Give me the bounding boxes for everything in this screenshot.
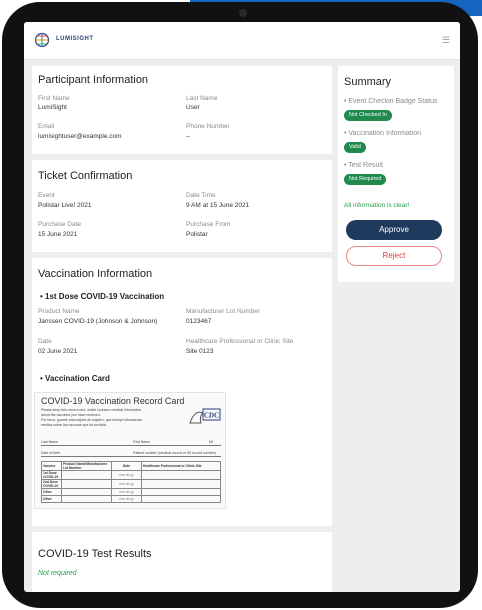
lumisight-logo-icon: [34, 32, 50, 48]
record-card-date-hint: mm dd yy: [111, 470, 142, 480]
record-card-note: Por favor, guarde esta tarjeta de regist…: [41, 418, 143, 422]
datetime-value: 9 AM at 15 June 2021: [186, 202, 250, 209]
record-card-first-name: First Name: [133, 440, 151, 444]
record-card-divider: [41, 456, 221, 457]
lot-label: Manufacturer Lot Number: [186, 308, 261, 315]
tablet-frame: LUMISIGHT ☰ Participant Information Firs…: [2, 2, 478, 608]
record-card-cell: [61, 479, 112, 489]
camera-icon: [239, 9, 247, 17]
event-value: Polistar Live! 2021: [38, 202, 92, 209]
record-card-mi: MI: [209, 440, 213, 444]
product-value: Janssen COVID-19 (Johnson & Johnson): [38, 318, 158, 325]
checkin-status-label: • Event Checkin Badge Status: [344, 98, 438, 105]
record-card-title: COVID-19 Vaccination Record Card: [41, 396, 185, 406]
cdc-logo-icon: CDC: [189, 408, 221, 424]
approve-button[interactable]: Approve: [346, 220, 442, 240]
record-card-last-name: Last Name: [41, 440, 58, 444]
record-card-note: médica sobre las vacunas que ha recibido…: [41, 423, 108, 427]
record-card-col-vaccine: Vaccine: [41, 461, 62, 471]
record-card-date-hint: mm dd yy: [111, 488, 142, 496]
purchase-from-label: Purchase From: [186, 221, 231, 228]
first-name-value: LumiSight: [38, 104, 67, 111]
brand-name: LUMISIGHT: [56, 36, 94, 42]
date-value: 02 June 2021: [38, 348, 78, 355]
record-card-cell: [61, 470, 112, 480]
email-value: lumisightuser@example.com: [38, 133, 122, 140]
record-card-table: Vaccine Product Name/Manufacturer Lot Nu…: [41, 461, 221, 503]
record-card-row-label: 1st Dose COVID-19: [41, 470, 62, 480]
email-label: Email: [38, 123, 55, 130]
record-card-cell: [61, 488, 112, 496]
summary-heading: Summary: [344, 76, 392, 88]
record-card-patient-number: Patient number (medical record or IIS re…: [133, 451, 217, 455]
phone-label: Phone Number: [186, 123, 230, 130]
test-result-badge: Not Required: [344, 174, 387, 185]
vaccination-heading: Vaccination Information: [38, 268, 153, 280]
record-card-divider: [41, 445, 221, 446]
record-card-cell: [61, 495, 112, 503]
ticket-card: Ticket Confirmation Event Polistar Live!…: [32, 160, 332, 252]
datetime-label: Date Time: [186, 192, 216, 199]
record-card-note: Please keep this record card, which incl…: [41, 408, 142, 412]
vaccination-info-badge: Valid: [344, 142, 366, 153]
hamburger-menu-icon[interactable]: ☰: [442, 35, 450, 46]
purchase-from-value: Polistar: [186, 231, 208, 238]
cdc-text: CDC: [204, 412, 219, 420]
product-label: Product Name: [38, 308, 80, 315]
all-clear-message: All information is clear!: [344, 202, 410, 209]
record-card-date-hint: mm dd yy: [111, 479, 142, 489]
test-results-status: Not required: [38, 570, 77, 577]
top-bar: LUMISIGHT ☰: [24, 22, 460, 60]
first-name-label: First Name: [38, 95, 70, 102]
record-card-dob: Date of birth: [41, 451, 61, 455]
site-label: Healthcare Professional or Clinic Site: [186, 338, 294, 345]
last-name-value: User: [186, 104, 200, 111]
stage: LUMISIGHT ☰ Participant Information Firs…: [0, 0, 482, 610]
record-card-note: about the vaccines you have received.: [41, 413, 101, 417]
record-card-col-date: Date: [111, 461, 142, 471]
participant-heading: Participant Information: [38, 74, 149, 86]
test-results-card: COVID-19 Test Results Not required: [32, 532, 332, 592]
vaccination-info-label: • Vaccination Information: [344, 130, 422, 137]
record-card-row-label: Other: [41, 488, 62, 496]
phone-value: –: [186, 133, 190, 140]
first-dose-title: • 1st Dose COVID-19 Vaccination: [40, 292, 165, 301]
record-card-row-label: Other: [41, 495, 62, 503]
vaccination-record-card-image[interactable]: COVID-19 Vaccination Record Card Please …: [34, 392, 226, 509]
date-label: Date: [38, 338, 52, 345]
lot-value: 0123467: [186, 318, 212, 325]
purchase-date-label: Purchase Date: [38, 221, 81, 228]
test-results-heading: COVID-19 Test Results: [38, 548, 152, 560]
record-card-row-label: 2nd Dose COVID-19: [41, 479, 62, 489]
site-value: Site 0123: [186, 348, 214, 355]
record-card-cell: [141, 470, 221, 480]
last-name-label: Last Name: [186, 95, 218, 102]
record-card-date-hint: mm dd yy: [111, 495, 142, 503]
checkin-status-badge: Not Checked In: [344, 110, 392, 121]
event-label: Event: [38, 192, 55, 199]
record-card-cell: [141, 479, 221, 489]
purchase-date-value: 15 June 2021: [38, 231, 78, 238]
vaccination-card-title: • Vaccination Card: [40, 374, 110, 383]
participant-card: Participant Information First Name LumiS…: [32, 66, 332, 154]
record-card-cell: [141, 488, 221, 496]
record-card-col-product: Product Name/Manufacturer Lot Number: [61, 461, 112, 471]
record-card-cell: [141, 495, 221, 503]
test-result-label: • Test Result: [344, 162, 383, 169]
app-screen: LUMISIGHT ☰ Participant Information Firs…: [24, 22, 460, 592]
ticket-heading: Ticket Confirmation: [38, 170, 133, 182]
record-card-col-site: Healthcare Professional or Clinic Site: [141, 461, 221, 471]
reject-button[interactable]: Reject: [346, 246, 442, 266]
